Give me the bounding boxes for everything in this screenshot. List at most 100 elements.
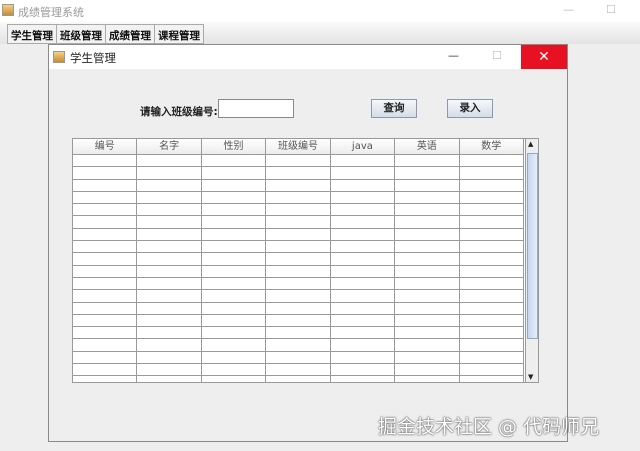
table-cell[interactable] [460, 364, 524, 376]
table-cell[interactable] [73, 327, 138, 339]
table-cell[interactable] [137, 302, 202, 314]
table-cell[interactable] [73, 290, 138, 302]
table-cell[interactable] [395, 265, 460, 277]
table-cell[interactable] [395, 302, 460, 314]
table-cell[interactable] [331, 351, 396, 364]
table-cell[interactable] [460, 228, 524, 241]
table-cell[interactable] [331, 290, 396, 302]
table-cell[interactable] [460, 314, 524, 327]
query-button[interactable]: 查询 [371, 99, 417, 118]
table-row[interactable] [73, 290, 524, 303]
table-cell[interactable] [202, 290, 267, 302]
table-cell[interactable] [73, 241, 138, 253]
table-cell[interactable] [266, 376, 331, 382]
table-row[interactable] [73, 376, 524, 382]
table-row[interactable] [73, 302, 524, 315]
table-cell[interactable] [73, 351, 138, 364]
table-cell[interactable] [266, 228, 331, 241]
table-row[interactable] [73, 241, 524, 254]
table-cell[interactable] [73, 265, 138, 277]
table-cell[interactable] [460, 339, 524, 351]
table-cell[interactable] [202, 167, 267, 179]
table-row[interactable] [73, 155, 524, 168]
table-cell[interactable] [137, 179, 202, 191]
table-cell[interactable] [460, 191, 524, 204]
table-cell[interactable] [73, 364, 138, 376]
table-cell[interactable] [460, 179, 524, 191]
table-row[interactable] [73, 265, 524, 278]
table-cell[interactable] [395, 216, 460, 228]
column-header[interactable]: 性别 [202, 139, 267, 154]
table-cell[interactable] [73, 155, 138, 167]
class-id-input[interactable] [218, 99, 294, 118]
table-cell[interactable] [331, 339, 396, 351]
table-cell[interactable] [266, 302, 331, 314]
table-row[interactable] [73, 327, 524, 340]
table-cell[interactable] [395, 204, 460, 216]
table-cell[interactable] [331, 302, 396, 314]
table-cell[interactable] [202, 314, 267, 327]
column-header[interactable]: 班级编号 [266, 139, 331, 154]
table-cell[interactable] [331, 253, 396, 265]
table-cell[interactable] [73, 179, 138, 191]
table-cell[interactable] [331, 228, 396, 241]
table-cell[interactable] [137, 339, 202, 351]
table-cell[interactable] [266, 265, 331, 277]
table-cell[interactable] [266, 191, 331, 204]
table-cell[interactable] [266, 204, 331, 216]
table-cell[interactable] [395, 351, 460, 364]
table-cell[interactable] [266, 155, 331, 167]
table-cell[interactable] [137, 314, 202, 327]
table-cell[interactable] [395, 191, 460, 204]
minimize-button[interactable]: — [563, 3, 574, 16]
table-cell[interactable] [395, 290, 460, 302]
table-cell[interactable] [460, 265, 524, 277]
table-row[interactable] [73, 314, 524, 328]
table-cell[interactable] [202, 253, 267, 265]
tab-score[interactable]: 成绩管理 [105, 24, 155, 44]
table-cell[interactable] [202, 351, 267, 364]
table-cell[interactable] [73, 216, 138, 228]
table-cell[interactable] [137, 216, 202, 228]
table-cell[interactable] [137, 253, 202, 265]
table-row[interactable] [73, 204, 524, 217]
column-header[interactable]: 编号 [73, 139, 138, 154]
table-cell[interactable] [266, 179, 331, 191]
table-cell[interactable] [331, 155, 396, 167]
table-cell[interactable] [73, 167, 138, 179]
table-cell[interactable] [202, 204, 267, 216]
table-row[interactable] [73, 277, 524, 291]
table-row[interactable] [73, 228, 524, 242]
table-cell[interactable] [266, 290, 331, 302]
table-cell[interactable] [460, 302, 524, 314]
table-cell[interactable] [395, 253, 460, 265]
table-cell[interactable] [202, 179, 267, 191]
column-header[interactable]: java [331, 139, 396, 154]
table-cell[interactable] [73, 253, 138, 265]
table-cell[interactable] [266, 351, 331, 364]
table-cell[interactable] [73, 314, 138, 327]
table-cell[interactable] [73, 376, 138, 382]
table-cell[interactable] [331, 327, 396, 339]
table-cell[interactable] [395, 277, 460, 290]
table-cell[interactable] [331, 277, 396, 290]
table-cell[interactable] [137, 327, 202, 339]
dialog-maximize-button[interactable]: ☐ [492, 49, 502, 62]
add-button[interactable]: 录入 [447, 99, 493, 118]
table-cell[interactable] [460, 277, 524, 290]
table-cell[interactable] [73, 339, 138, 351]
table-cell[interactable] [395, 364, 460, 376]
table-cell[interactable] [202, 191, 267, 204]
table-cell[interactable] [137, 191, 202, 204]
table-cell[interactable] [460, 327, 524, 339]
table-row[interactable] [73, 179, 524, 192]
table-cell[interactable] [202, 277, 267, 290]
table-cell[interactable] [266, 314, 331, 327]
table-cell[interactable] [395, 167, 460, 179]
table-cell[interactable] [460, 376, 524, 382]
table-cell[interactable] [266, 327, 331, 339]
table-cell[interactable] [137, 204, 202, 216]
table-cell[interactable] [202, 228, 267, 241]
table-cell[interactable] [331, 204, 396, 216]
table-cell[interactable] [266, 253, 331, 265]
